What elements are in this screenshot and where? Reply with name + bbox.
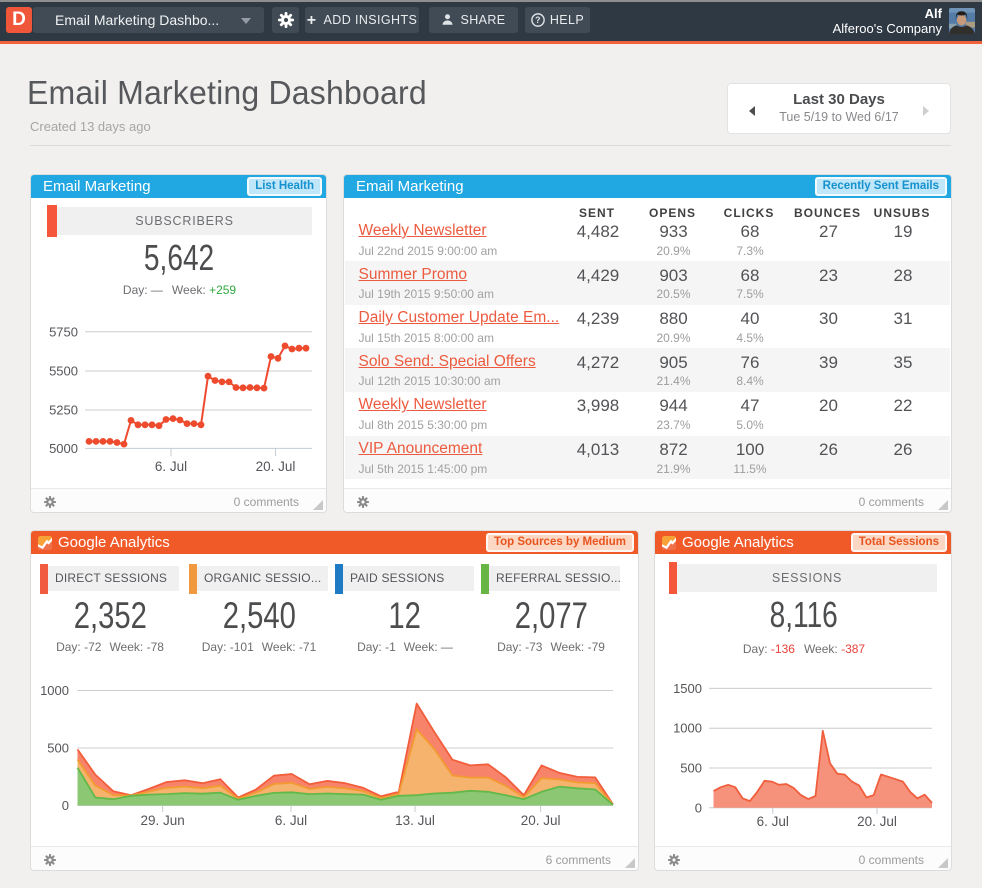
svg-text:29. Jun: 29. Jun — [140, 813, 184, 828]
svg-text:?: ? — [535, 15, 541, 25]
svg-text:6. Jul: 6. Jul — [275, 813, 307, 828]
svg-text:5750: 5750 — [49, 324, 78, 339]
svg-text:20. Jul: 20. Jul — [521, 813, 561, 828]
svg-text:6. Jul: 6. Jul — [155, 459, 187, 474]
svg-text:1000: 1000 — [673, 721, 702, 736]
svg-text:6. Jul: 6. Jul — [757, 814, 789, 829]
svg-text:5250: 5250 — [49, 403, 78, 418]
svg-text:500: 500 — [680, 761, 702, 776]
svg-text:0: 0 — [695, 800, 702, 815]
svg-text:20. Jul: 20. Jul — [256, 459, 296, 474]
svg-text:1000: 1000 — [40, 683, 69, 698]
svg-text:1500: 1500 — [673, 681, 702, 696]
svg-text:13. Jul: 13. Jul — [395, 813, 435, 828]
svg-text:5500: 5500 — [49, 364, 78, 379]
svg-text:0: 0 — [62, 798, 69, 813]
svg-text:500: 500 — [47, 741, 69, 756]
svg-text:20. Jul: 20. Jul — [857, 814, 897, 829]
svg-text:5000: 5000 — [49, 441, 78, 456]
